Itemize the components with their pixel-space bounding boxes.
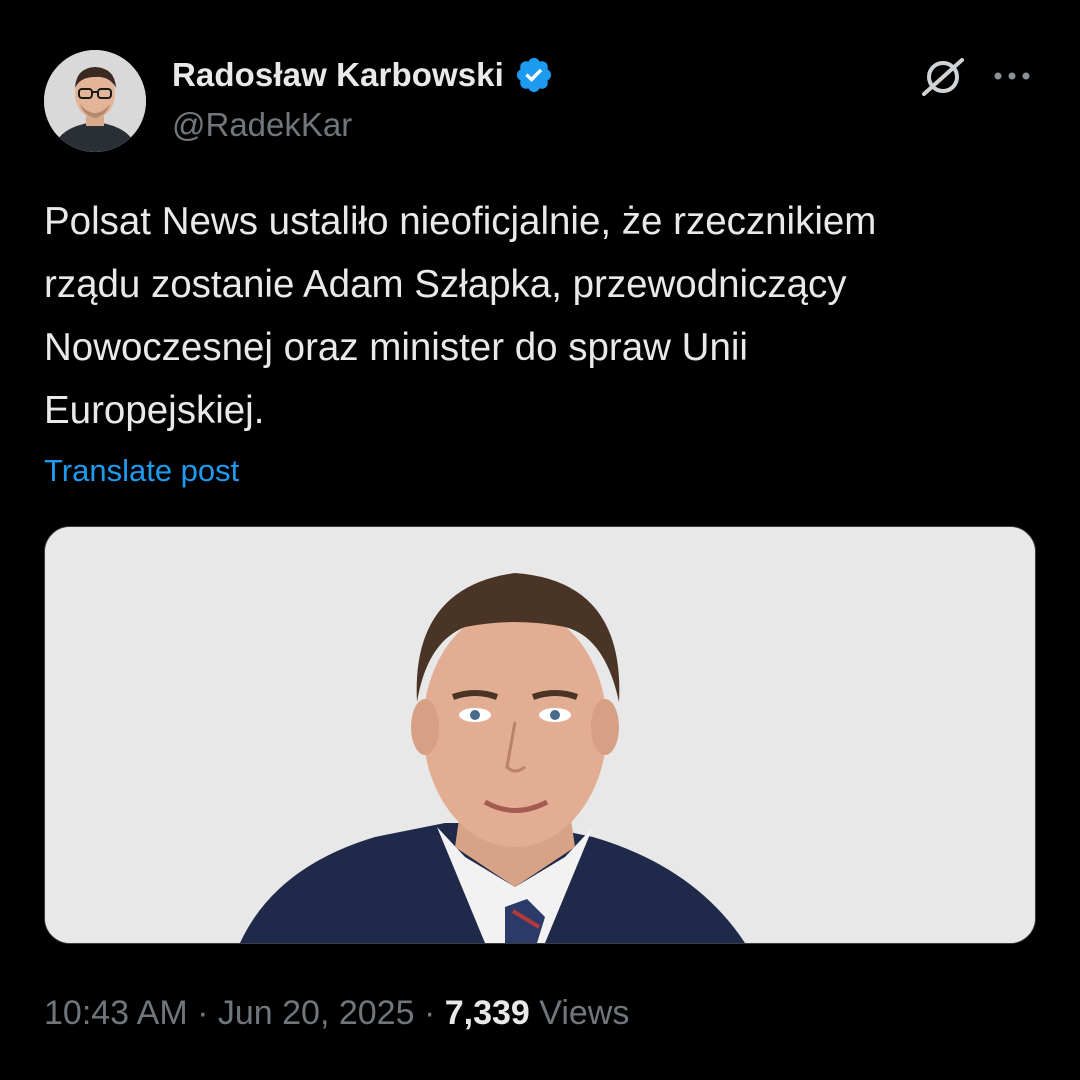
author-avatar[interactable]	[44, 50, 146, 152]
post-text: Polsat News ustaliło nieoficjalnie, że r…	[44, 200, 877, 432]
more-options-icon[interactable]	[990, 62, 1034, 90]
post-meta: 10:43 AM · Jun 20, 2025 · 7,339 Views	[44, 994, 629, 1033]
post-time[interactable]: 10:43 AM	[44, 994, 188, 1033]
author-handle[interactable]: @RadekKar	[172, 106, 352, 144]
translate-post-link[interactable]: Translate post	[44, 453, 239, 489]
grok-icon[interactable]	[918, 56, 966, 98]
portrait-photo	[45, 527, 1035, 943]
post-media-image[interactable]	[44, 526, 1036, 944]
author-display-name[interactable]: Radosław Karbowski	[172, 56, 504, 94]
avatar-image	[44, 50, 146, 152]
meta-separator: ·	[414, 994, 445, 1032]
post-date[interactable]: Jun 20, 2025	[218, 994, 415, 1033]
verified-badge-icon	[516, 57, 551, 93]
views-label: Views	[529, 994, 630, 1032]
views-count: 7,339	[444, 994, 530, 1032]
meta-separator: ·	[187, 994, 218, 1032]
author-name-row[interactable]: Radosław Karbowski	[172, 52, 554, 98]
